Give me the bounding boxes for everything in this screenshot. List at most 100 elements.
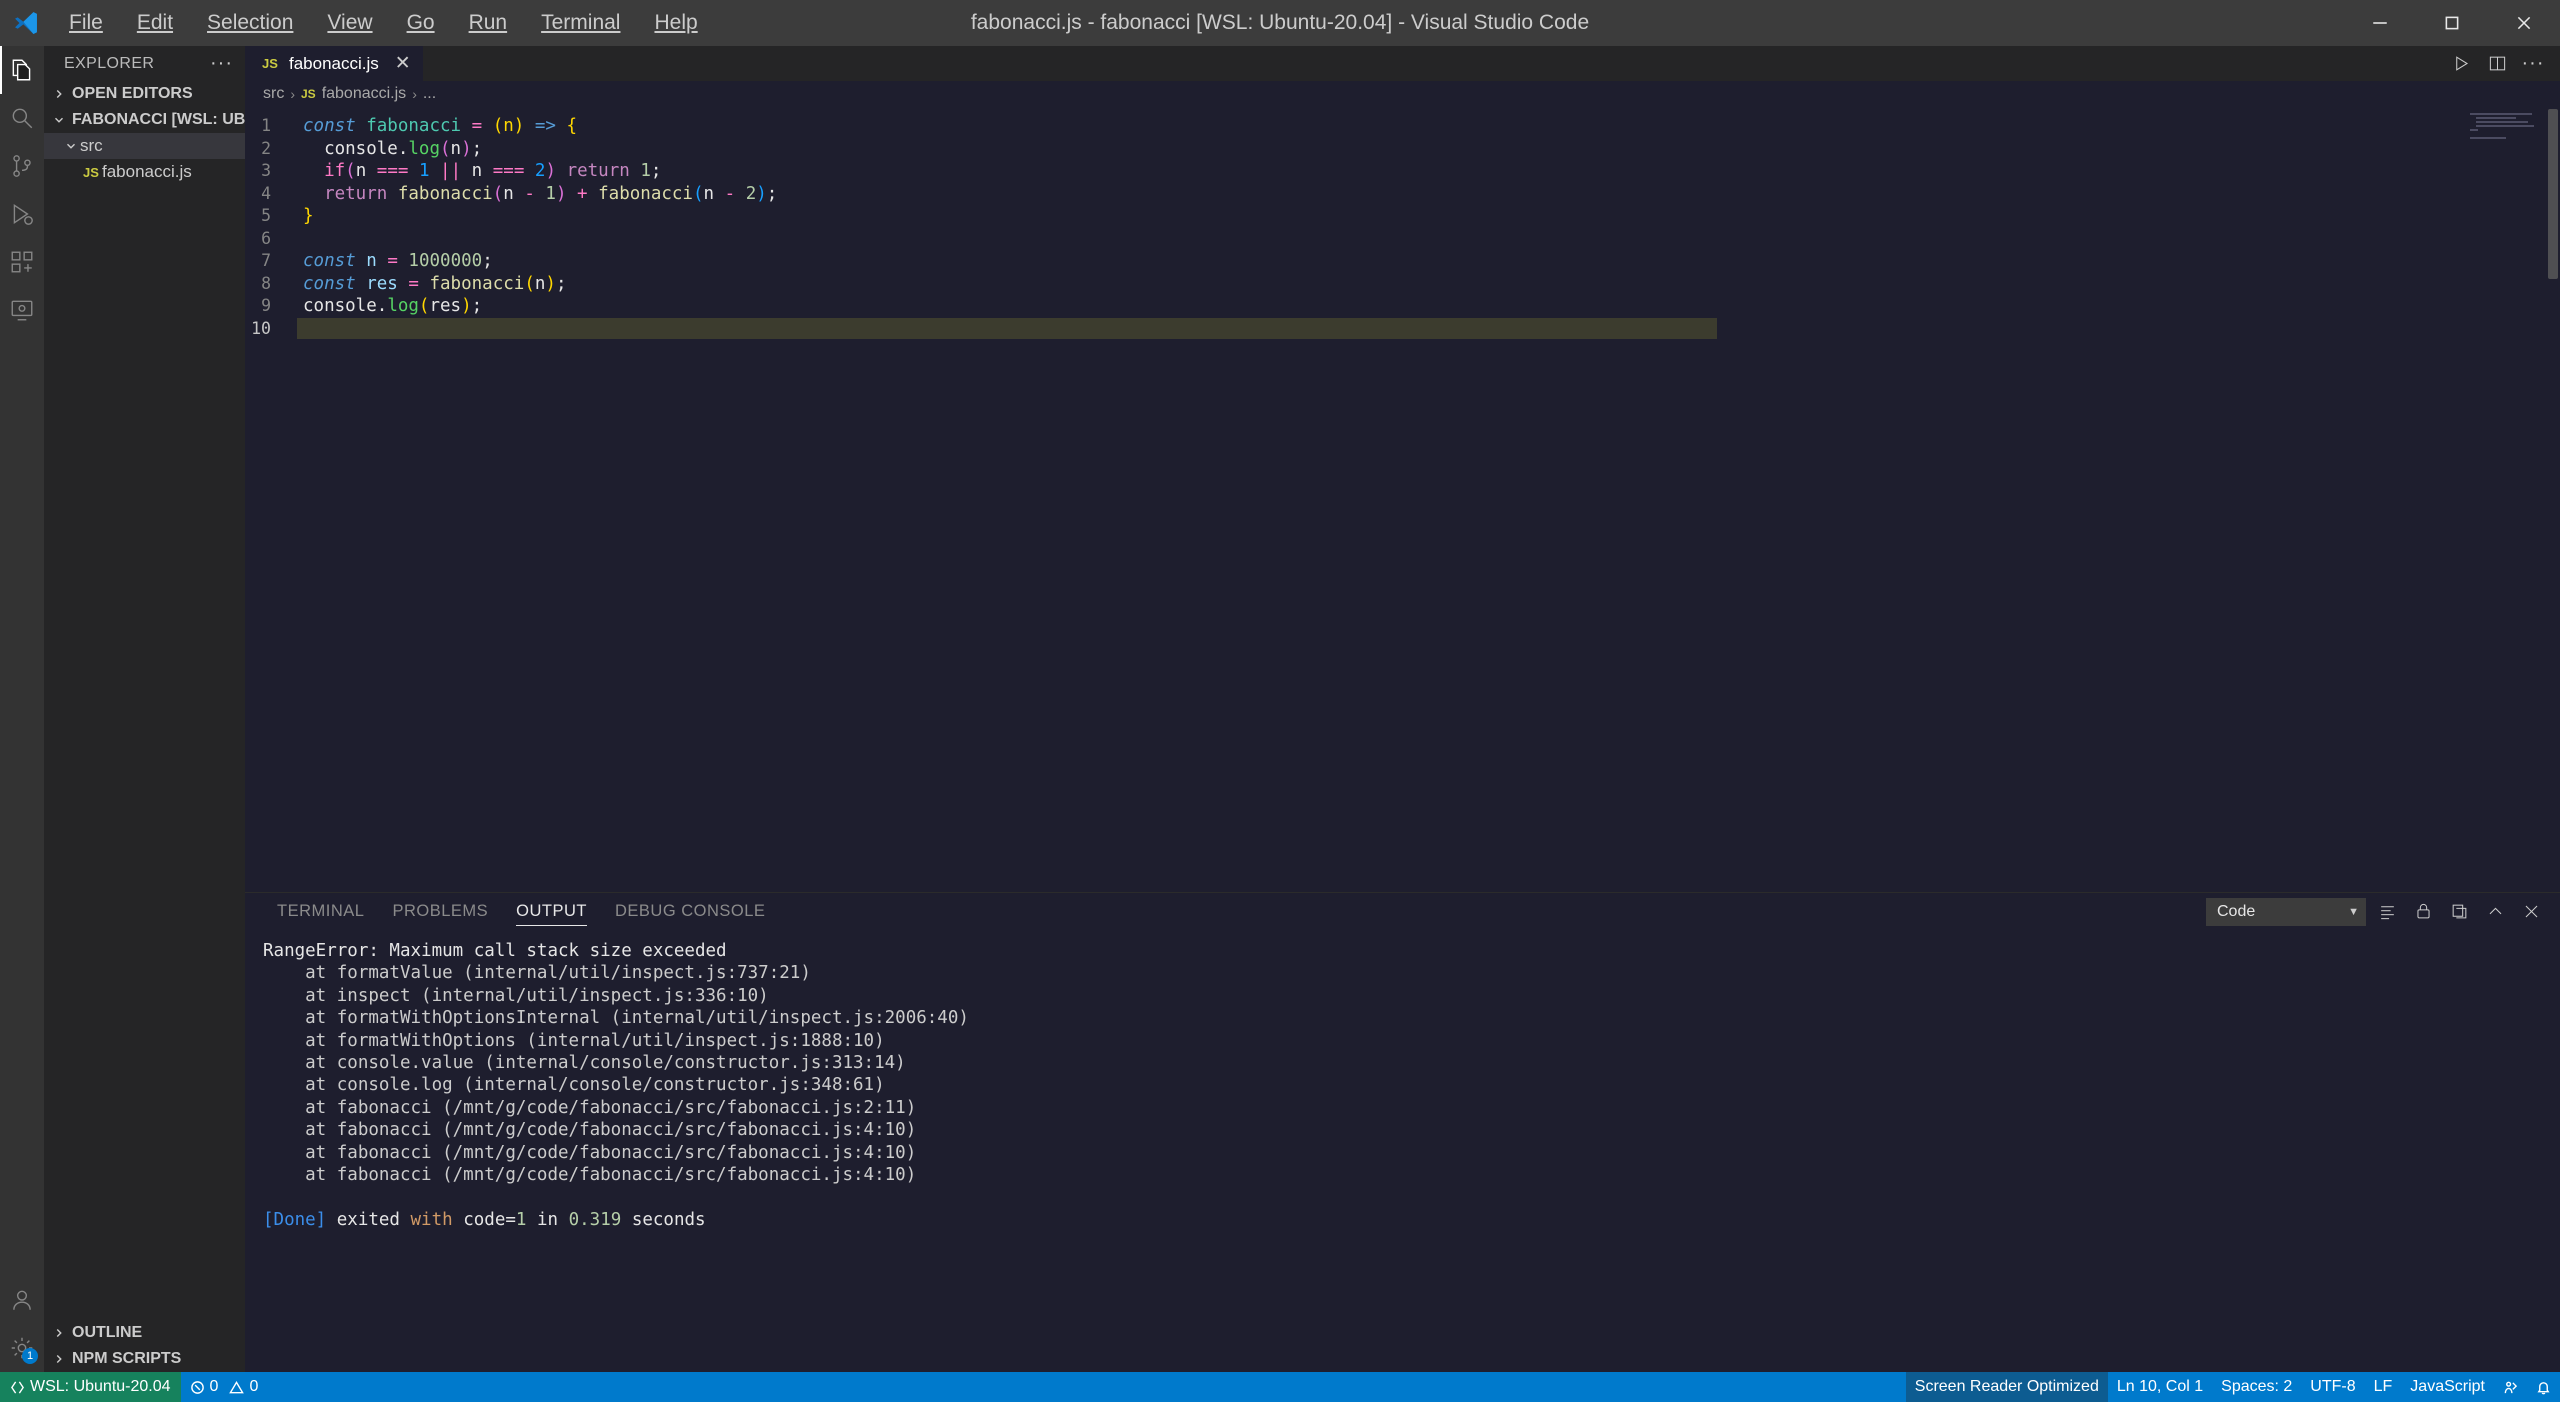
tab-problems[interactable]: PROBLEMS — [378, 893, 502, 930]
clear-output-button[interactable] — [2372, 897, 2402, 927]
menu-selection[interactable]: Selection — [190, 0, 310, 46]
sidebar-section-npm-scripts[interactable]: NPM SCRIPTS — [44, 1346, 245, 1372]
code-token: ( — [524, 273, 535, 294]
split-editor-button[interactable] — [2480, 46, 2514, 81]
activity-item-remote-explorer[interactable] — [0, 286, 44, 334]
status-bar-left: WSL: Ubuntu-20.04 0 0 — [0, 1372, 267, 1402]
activity-item-manage[interactable]: 1 — [0, 1324, 44, 1372]
feedback-icon — [2504, 1381, 2518, 1393]
status-problems[interactable]: 0 0 — [181, 1372, 268, 1402]
warning-triangle-icon — [229, 1380, 245, 1393]
activity-item-source-control[interactable] — [0, 142, 44, 190]
code-line: 6 — [245, 228, 2560, 251]
status-screen-reader[interactable]: Screen Reader Optimized — [1905, 1372, 2108, 1402]
chevron-down-icon: ▼ — [2348, 905, 2359, 918]
editor-scrollbar[interactable] — [2548, 109, 2558, 279]
tab-close-icon[interactable]: ✕ — [395, 54, 411, 73]
lock-scroll-button[interactable] — [2408, 897, 2438, 927]
tab-fabonacci-js[interactable]: JS fabonacci.js ✕ — [245, 46, 424, 81]
status-screen-reader-label: Screen Reader Optimized — [1914, 1378, 2099, 1395]
output-token: with — [410, 1209, 453, 1230]
tree-item-src[interactable]: src — [44, 133, 245, 159]
code-token: => — [534, 116, 556, 136]
status-notifications[interactable] — [2527, 1372, 2560, 1402]
breadcrumb-file[interactable]: fabonacci.js — [322, 85, 407, 103]
sidebar-section-open-editors[interactable]: OPEN EDITORS — [44, 81, 245, 107]
close-button[interactable] — [2488, 0, 2560, 46]
code-token: n — [450, 138, 462, 159]
menu-run[interactable]: Run — [452, 0, 525, 46]
activity-item-extensions[interactable] — [0, 238, 44, 286]
code-text: return fabonacci(n - 1) + fabonacci(n - … — [297, 183, 777, 206]
output-line: at fabonacci (/mnt/g/code/fabonacci/src/… — [263, 1097, 917, 1118]
maximize-panel-button[interactable] — [2480, 897, 2510, 927]
status-eol[interactable]: LF — [2365, 1372, 2402, 1402]
run-code-button[interactable] — [2444, 46, 2478, 81]
tree-item-fabonacci-js[interactable]: JS fabonacci.js — [44, 159, 245, 185]
code-line: 9 console.log(res); — [245, 295, 2560, 318]
status-cursor-position[interactable]: Ln 10, Col 1 — [2108, 1372, 2212, 1402]
editor-more-actions-icon[interactable]: ··· — [2516, 46, 2550, 81]
minimize-button[interactable] — [2344, 0, 2416, 46]
menu-run-label: Run — [468, 11, 508, 34]
output-line: at fabonacci (/mnt/g/code/fabonacci/src/… — [263, 1165, 917, 1186]
error-circle-icon — [190, 1380, 204, 1394]
tab-terminal[interactable]: TERMINAL — [263, 893, 378, 930]
sidebar-section-npm-scripts-label: NPM SCRIPTS — [72, 1350, 182, 1367]
open-in-editor-button[interactable] — [2444, 897, 2474, 927]
maximize-button[interactable] — [2416, 0, 2488, 46]
code-content: 1 const fabonacci = (n) => {2 console.log… — [245, 107, 2560, 340]
line-number: 10 — [251, 318, 271, 338]
minimap[interactable] — [2470, 113, 2546, 153]
activity-item-run-and-debug[interactable] — [0, 190, 44, 238]
minimap-line — [2476, 121, 2528, 123]
tree-item-src-label: src — [80, 136, 103, 155]
line-number: 8 — [261, 273, 271, 293]
tab-problems-label: PROBLEMS — [392, 902, 489, 920]
tab-output[interactable]: OUTPUT — [502, 893, 601, 930]
remote-explorer-icon — [11, 300, 33, 321]
source-control-icon — [13, 155, 31, 177]
code-token: - — [524, 183, 535, 204]
menu-view[interactable]: View — [310, 0, 389, 46]
code-token: } — [303, 206, 314, 226]
code-token: ; — [471, 138, 483, 159]
vscode-logo-icon — [0, 9, 52, 37]
menu-help[interactable]: Help — [637, 0, 714, 46]
code-editor[interactable]: 1 const fabonacci = (n) => {2 console.log… — [245, 107, 2560, 892]
activity-item-accounts[interactable] — [0, 1276, 44, 1324]
status-language-mode[interactable]: JavaScript — [2401, 1372, 2494, 1402]
code-token: res — [366, 273, 398, 294]
activity-item-explorer[interactable] — [0, 46, 44, 94]
close-panel-button[interactable] — [2516, 897, 2546, 927]
breadcrumb-symbol[interactable]: ... — [423, 85, 436, 103]
tab-debug-console[interactable]: DEBUG CONSOLE — [601, 893, 779, 930]
code-token: fabonacci — [429, 273, 525, 294]
activity-item-search[interactable] — [0, 94, 44, 142]
menu-edit[interactable]: Edit — [120, 0, 190, 46]
sidebar-section-outline[interactable]: OUTLINE — [44, 1320, 245, 1346]
status-remote-host[interactable]: WSL: Ubuntu-20.04 — [0, 1372, 181, 1402]
menu-file[interactable]: File — [52, 0, 120, 46]
breadcrumb-src[interactable]: src — [263, 85, 284, 103]
code-token: 1 — [640, 161, 651, 181]
sidebar-section-workspace[interactable]: FABONACCI [WSL: UBUNT... — [44, 107, 245, 133]
sidebar-more-icon[interactable]: ··· — [204, 52, 239, 75]
menu-go[interactable]: Go — [390, 0, 452, 46]
output-channel-select[interactable]: Code ▼ — [2206, 897, 2366, 926]
code-token: . — [397, 138, 409, 159]
status-feedback[interactable] — [2494, 1372, 2527, 1402]
status-eol-label: LF — [2373, 1378, 2393, 1395]
status-indentation[interactable]: Spaces: 2 — [2212, 1372, 2301, 1402]
menu-terminal[interactable]: Terminal — [524, 0, 637, 46]
status-encoding[interactable]: UTF-8 — [2301, 1372, 2364, 1402]
output-content[interactable]: RangeError: Maximum call stack size exce… — [245, 930, 2560, 1372]
code-token: res — [429, 296, 462, 316]
menu-help-label: Help — [654, 11, 698, 34]
